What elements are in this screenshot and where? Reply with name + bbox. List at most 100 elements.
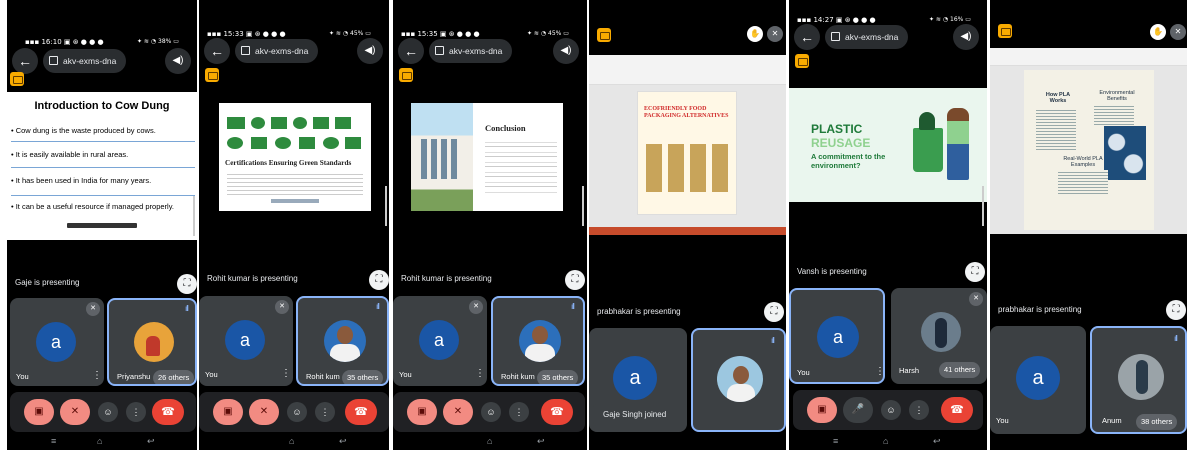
nav-back-icon[interactable]: ↩ [339,436,347,447]
more-button[interactable]: ⋮ [315,402,335,422]
back-button[interactable]: ← [204,38,230,64]
phone-screen-6: ✋ ✕ How PLA Works Environmental Benefits… [990,0,1187,450]
avatar: a [36,322,76,362]
mic-off-button[interactable]: ✕ [249,399,279,425]
scroll-indicator [193,196,195,236]
emoji-button[interactable]: ☺ [287,402,307,422]
camera-off-button[interactable]: ▣ [407,399,437,425]
more-button[interactable]: ⋮ [126,402,146,422]
mic-off-button[interactable]: ✕ [60,399,90,425]
nav-home-icon[interactable]: ⌂ [289,436,294,446]
others-count-badge[interactable]: 38 others [1136,414,1178,430]
end-call-button[interactable]: ☎ [345,399,377,425]
mic-on-button[interactable]: 🎤 [843,397,873,423]
nav-home-icon[interactable]: ⌂ [487,436,492,446]
cert-logo-icon [299,137,315,149]
emoji-button[interactable]: ☺ [481,402,501,422]
slide-col1-heading: How PLA Works [1045,92,1071,104]
bottle-icon [919,112,935,130]
avatar-face-icon [532,326,548,344]
more-options-icon[interactable]: ⋮ [475,368,485,379]
speaker-button[interactable]: ◀) [165,48,191,74]
speaker-button[interactable]: ◀) [953,24,979,50]
others-count-badge[interactable]: 41 others [939,362,981,378]
end-call-button[interactable]: ☎ [152,399,184,425]
participant-tile-speaker[interactable]: ıll [691,328,786,432]
speaker-button[interactable]: ◀) [553,38,579,64]
participant-tile-other[interactable]: ✕ Harsh 41 others [891,288,987,384]
slide-footer-bar [271,199,319,203]
emoji-button[interactable]: ☺ [98,402,118,422]
meeting-code-chip[interactable]: akv-exms-dna [429,39,513,63]
meeting-code-chip[interactable]: akv-exms-dna [825,25,909,49]
participant-tile-self[interactable]: ✕ a You ⋮ [393,296,487,386]
more-options-icon[interactable]: ⋮ [92,370,102,381]
participant-tile-speaker[interactable]: ıll Rohit kum 35 others [296,296,389,386]
participant-tile-self[interactable]: ✕ a You ⋮ [199,296,293,386]
more-button[interactable]: ⋮ [909,400,929,420]
participant-tile-self[interactable]: ✕ a You ⋮ [10,298,104,386]
scroll-indicator [982,186,984,226]
slide-col2-heading: Environmental Benefits [1099,90,1135,102]
camera-off-button[interactable]: ▣ [807,397,837,423]
others-count-badge[interactable]: 26 others [153,370,195,384]
slide-bullet: • It is easily available in rural areas. [11,150,195,168]
mic-off-button[interactable]: ✕ [443,399,473,425]
meeting-code-chip[interactable]: akv-exms-dna [43,49,127,73]
end-call-button[interactable]: ☎ [541,399,573,425]
slide-text-lines [1094,104,1134,126]
emoji-button[interactable]: ☺ [881,400,901,420]
nav-menu-icon[interactable]: ≡ [51,436,56,446]
nav-back-icon[interactable]: ↩ [537,436,545,447]
more-options-icon[interactable]: ⋮ [875,366,883,377]
slide-footer-bar [67,223,137,228]
status-battery: ✦ ≋ ◔ 45% ▭ [527,30,569,37]
fullscreen-button[interactable]: ⛶ [1166,300,1186,320]
mic-off-icon: ✕ [275,300,289,314]
participant-tile-speaker[interactable]: ıll Priyanshu 26 others [107,298,197,386]
more-button[interactable]: ⋮ [509,402,529,422]
call-controls: ▣ ✕ ☺ ⋮ ☎ [10,392,196,432]
cert-logos [227,115,363,155]
participant-tile-self[interactable]: a You [990,326,1086,434]
shared-slide: Introduction to Cow Dung • Cow dung is t… [7,92,197,240]
hand-raise-button[interactable]: ✋ [747,26,763,42]
fullscreen-button[interactable]: ⛶ [764,302,784,322]
camera-off-button[interactable]: ▣ [24,399,54,425]
call-controls: ▣ 🎤 ☺ ⋮ ☎ [793,390,983,430]
speaking-indicator-icon: ıll [1174,334,1178,343]
others-count-badge[interactable]: 35 others [342,370,384,384]
nav-home-icon[interactable]: ⌂ [97,436,102,446]
participant-tile-self[interactable]: a You ⋮ [789,288,885,384]
status-time: ▪▪▪ 15:33 ▣ ⊛ ● ● ● [207,30,286,38]
nav-back-icon[interactable]: ↩ [147,436,155,447]
participant-name: You [996,416,1009,425]
cert-logo-icon [313,117,329,129]
cert-logo-icon [251,117,265,129]
avatar-figure-icon [935,318,947,348]
end-call-button[interactable]: ☎ [941,397,973,423]
nav-home-icon[interactable]: ⌂ [883,436,888,446]
phone-screen-3: ▪▪▪ 15:35 ▣ ⊛ ● ● ● ✦ ≋ ◔ 45% ▭ ← akv-ex… [393,0,587,450]
back-button[interactable]: ← [398,38,424,64]
participant-tile-speaker[interactable]: ıll Rohit kum 35 others [491,296,585,386]
others-count-badge[interactable]: 35 others [537,370,579,384]
camera-off-button[interactable]: ▣ [213,399,243,425]
avatar-shirt-icon [727,384,755,402]
participant-name: You [205,370,218,379]
fullscreen-button[interactable]: ⛶ [369,270,389,290]
participant-tile-speaker[interactable]: ıll Anum 38 others [1090,326,1187,434]
nav-back-icon[interactable]: ↩ [933,436,941,447]
more-options-icon[interactable]: ⋮ [281,368,291,379]
speaking-indicator-icon: ıll [376,302,380,311]
fullscreen-button[interactable]: ⛶ [965,262,985,282]
hand-raise-button[interactable]: ✋ [1150,24,1166,40]
back-button[interactable]: ← [12,48,38,74]
fullscreen-button[interactable]: ⛶ [177,274,197,294]
slide-text-lines [1036,108,1076,152]
nav-menu-icon[interactable]: ≡ [833,436,838,446]
speaker-button[interactable]: ◀) [357,38,383,64]
back-button[interactable]: ← [794,24,820,50]
meeting-code-chip[interactable]: akv-exms-dna [235,39,319,63]
fullscreen-button[interactable]: ⛶ [565,270,585,290]
